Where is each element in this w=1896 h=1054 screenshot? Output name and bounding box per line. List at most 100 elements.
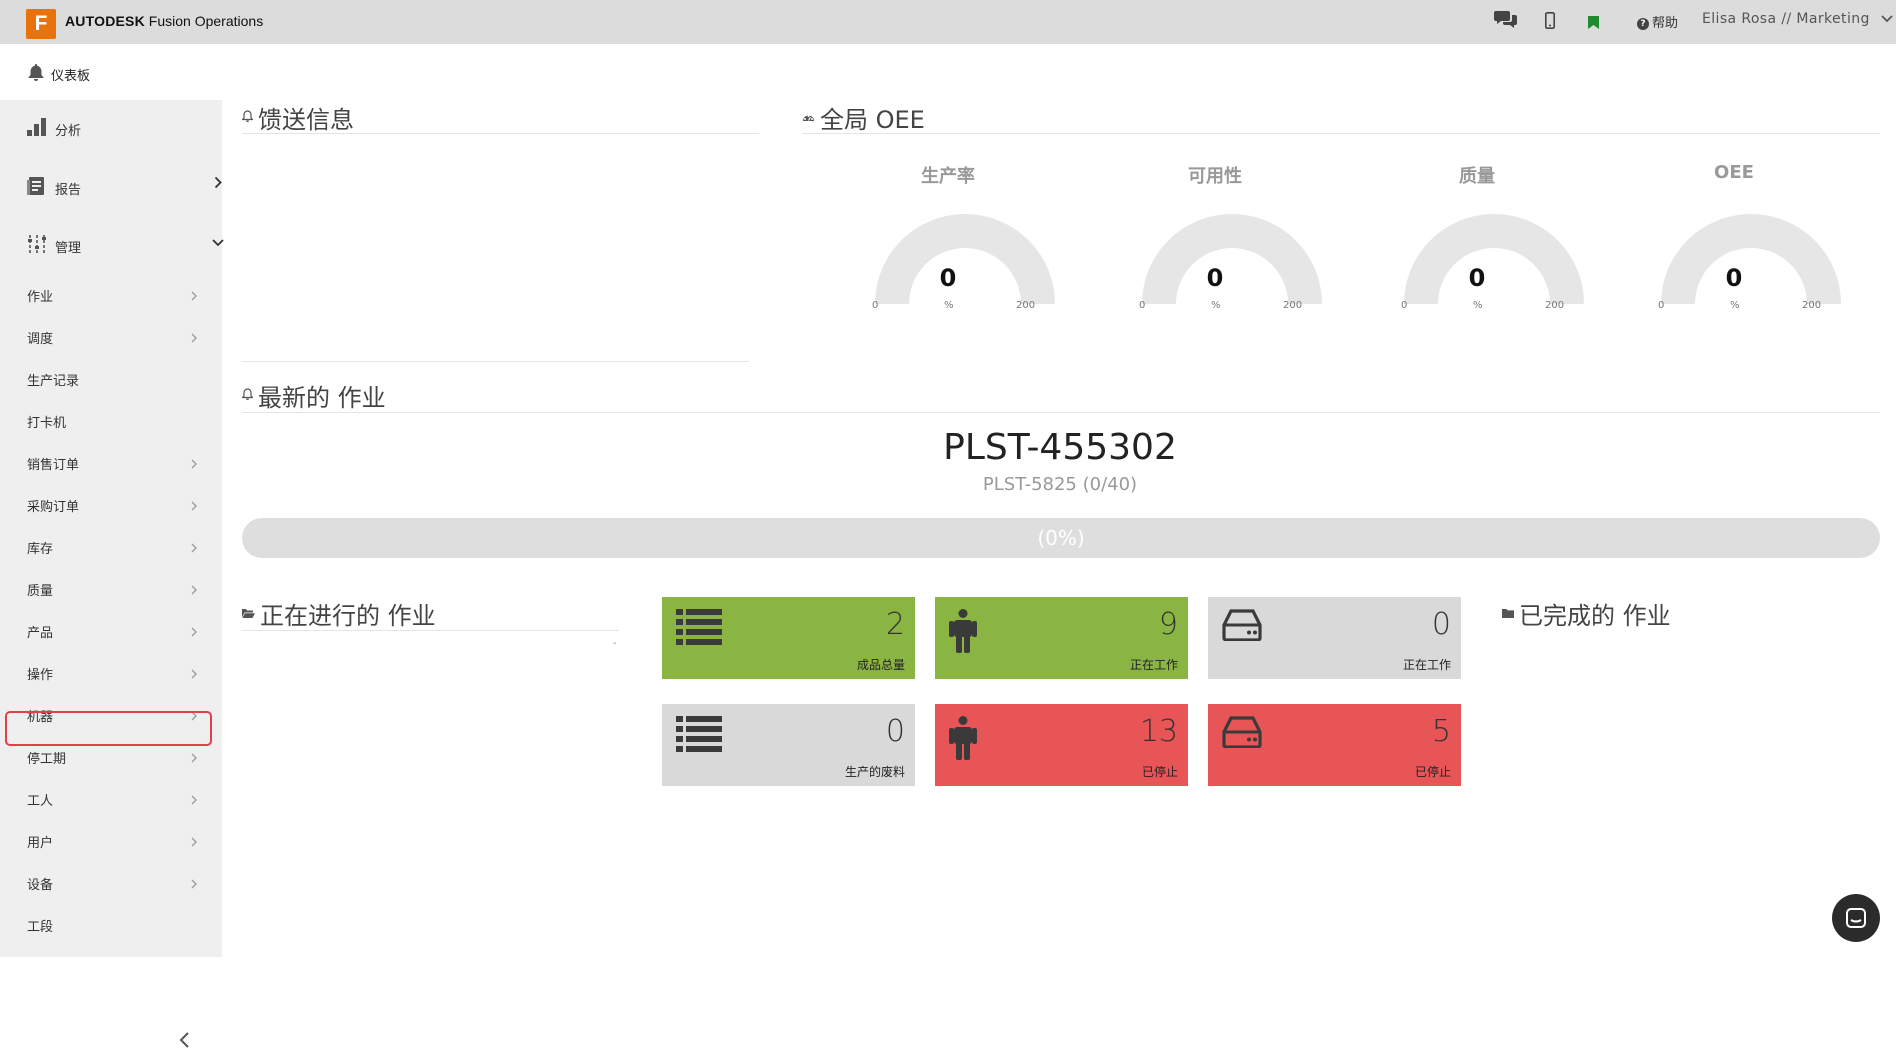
oee-title: 全局 OEE bbox=[802, 100, 925, 135]
machines-stopped-tile[interactable]: 5 已停止 bbox=[1208, 704, 1461, 786]
workers-working-tile[interactable]: 9 正在工作 bbox=[935, 597, 1188, 679]
sidebar-item-users[interactable]: 用户 bbox=[27, 832, 197, 851]
oee-gauge: 可用性 0 0% 200 bbox=[1115, 162, 1322, 322]
help-icon: ? bbox=[1637, 18, 1649, 30]
sidebar-item-label: 分析 bbox=[55, 123, 82, 139]
bell-icon bbox=[27, 63, 45, 85]
latest-job-id[interactable]: PLST-455302 bbox=[242, 427, 1878, 468]
user-menu[interactable]: Elisa Rosa // Marketing bbox=[1702, 11, 1893, 27]
app-logo[interactable]: F bbox=[26, 9, 56, 39]
gauge-value: 0 bbox=[939, 264, 957, 292]
divider bbox=[242, 133, 759, 134]
tile-value: 13 bbox=[1139, 714, 1178, 749]
gauge-unit: % bbox=[1730, 300, 1740, 311]
machines-working-tile[interactable]: 0 正在工作 bbox=[1208, 597, 1461, 679]
tile-label: 已停止 bbox=[1141, 765, 1178, 779]
sidebar-item-workers[interactable]: 工人 bbox=[27, 790, 197, 809]
gauge-max: 200 bbox=[1016, 300, 1036, 311]
gauge-title: 质量 bbox=[1459, 166, 1495, 187]
sidebar-item-label: 库存 bbox=[27, 542, 54, 557]
sidebar-item-label: 管理 bbox=[55, 240, 82, 256]
oee-gauge: OEE 0 0% 200 bbox=[1634, 162, 1841, 322]
sidebar-item-label: 设备 bbox=[27, 878, 54, 893]
tile-label: 正在工作 bbox=[1129, 658, 1178, 672]
sidebar-item-management[interactable]: 管理 bbox=[27, 234, 224, 258]
bell-icon bbox=[241, 110, 254, 125]
list-icon bbox=[676, 716, 722, 758]
sidebar-item-label: 销售订单 bbox=[27, 458, 80, 473]
chat-icon[interactable] bbox=[1494, 9, 1518, 33]
sidebar-item-production-records[interactable]: 生产记录 bbox=[27, 370, 197, 389]
collapse-sidebar-icon[interactable] bbox=[178, 1030, 190, 1054]
workers-stopped-tile[interactable]: 13 已停止 bbox=[935, 704, 1188, 786]
chevron-down-icon bbox=[212, 236, 224, 251]
folder-open-icon bbox=[242, 607, 255, 621]
divider bbox=[242, 361, 749, 362]
total-produced-tile[interactable]: 2 成品总量 bbox=[662, 597, 915, 679]
help-link[interactable]: ? 帮助 bbox=[1637, 12, 1678, 31]
in-progress-title: 正在进行的 作业 bbox=[242, 596, 436, 631]
dashboard-link[interactable]: 仪表板 bbox=[27, 63, 90, 85]
gauge-max: 200 bbox=[1283, 300, 1303, 311]
worker-icon bbox=[949, 609, 977, 657]
bookmark-icon[interactable] bbox=[1588, 14, 1599, 33]
sidebar-item-inventory[interactable]: 库存 bbox=[27, 538, 197, 557]
chevron-right-icon bbox=[191, 878, 197, 892]
divider bbox=[802, 133, 1880, 134]
sidebar-item-analysis[interactable]: 分析 bbox=[27, 118, 81, 140]
report-icon bbox=[27, 176, 47, 200]
in-progress-empty: - bbox=[613, 638, 617, 649]
gauge-value: 0 bbox=[1206, 264, 1224, 292]
chevron-right-icon bbox=[191, 458, 197, 472]
sidebar-item-label: 工人 bbox=[27, 794, 54, 809]
tile-value: 5 bbox=[1431, 714, 1451, 749]
sidebar-item-purchase-orders[interactable]: 采购订单 bbox=[27, 496, 197, 515]
scrap-produced-tile[interactable]: 0 生产的废料 bbox=[662, 704, 915, 786]
support-chat-button[interactable] bbox=[1832, 894, 1880, 942]
sidebar-item-label: 工段 bbox=[27, 920, 54, 935]
sidebar-item-label: 停工期 bbox=[27, 752, 67, 767]
sidebar-item-reports[interactable]: 报告 bbox=[27, 176, 222, 200]
sidebar-item-label: 作业 bbox=[27, 290, 54, 305]
chevron-right-icon bbox=[191, 836, 197, 850]
sidebar-item-schedule[interactable]: 调度 bbox=[27, 328, 197, 347]
feed-title: 馈送信息 bbox=[241, 100, 354, 135]
gauge-max: 200 bbox=[1802, 300, 1822, 311]
tile-label: 正在工作 bbox=[1402, 658, 1451, 672]
sidebar-item-operations[interactable]: 操作 bbox=[27, 664, 197, 683]
bell-icon bbox=[241, 388, 254, 403]
sidebar-item-products[interactable]: 产品 bbox=[27, 622, 197, 641]
sidebar-item-equipment[interactable]: 设备 bbox=[27, 874, 197, 893]
chevron-right-icon bbox=[191, 500, 197, 514]
tile-label: 已停止 bbox=[1414, 765, 1451, 779]
bar-chart-icon bbox=[27, 118, 47, 140]
sidebar-item-downtime[interactable]: 停工期 bbox=[27, 748, 197, 767]
chevron-down-icon bbox=[1881, 11, 1893, 27]
gauge-title: 生产率 bbox=[921, 166, 975, 187]
completed-title: 已完成的 作业 bbox=[1502, 596, 1671, 631]
gauge-min: 0 bbox=[1658, 300, 1665, 311]
job-progress-bar: (0%) bbox=[242, 518, 1880, 558]
mobile-icon[interactable] bbox=[1545, 12, 1555, 33]
sidebar-item-sales-orders[interactable]: 销售订单 bbox=[27, 454, 197, 473]
gauge-unit: % bbox=[1473, 300, 1483, 311]
sidebar-item-jobs[interactable]: 作业 bbox=[27, 286, 197, 305]
sidebar-item-sections[interactable]: 工段 bbox=[27, 916, 197, 935]
sidebar-item-label: 调度 bbox=[27, 332, 54, 347]
sidebar-item-quality[interactable]: 质量 bbox=[27, 580, 197, 599]
progress-label: (0%) bbox=[1037, 526, 1085, 550]
list-icon bbox=[676, 609, 722, 651]
sliders-icon bbox=[27, 234, 47, 258]
sidebar-item-label: 报告 bbox=[55, 182, 82, 198]
sidebar-item-label: 生产记录 bbox=[27, 374, 80, 389]
divider bbox=[242, 630, 619, 631]
gauge-title: OEE bbox=[1714, 162, 1754, 183]
tile-value: 9 bbox=[1158, 607, 1178, 642]
sub-header: 仪表板 bbox=[0, 44, 1896, 100]
latest-job-title: 最新的 作业 bbox=[241, 378, 386, 413]
chevron-right-icon bbox=[191, 584, 197, 598]
sidebar-item-time-clock[interactable]: 打卡机 bbox=[27, 412, 197, 431]
sidebar: 分析 报告 管理 作业 调度 生产记录 打卡机 销售订单 采购订单 库存 质量 产品 操作 机器 停工… bbox=[0, 100, 224, 1048]
gauge-unit: % bbox=[944, 300, 954, 311]
top-bar: F AUTODESK Fusion Operations ? 帮助 Elisa R… bbox=[0, 0, 1896, 44]
